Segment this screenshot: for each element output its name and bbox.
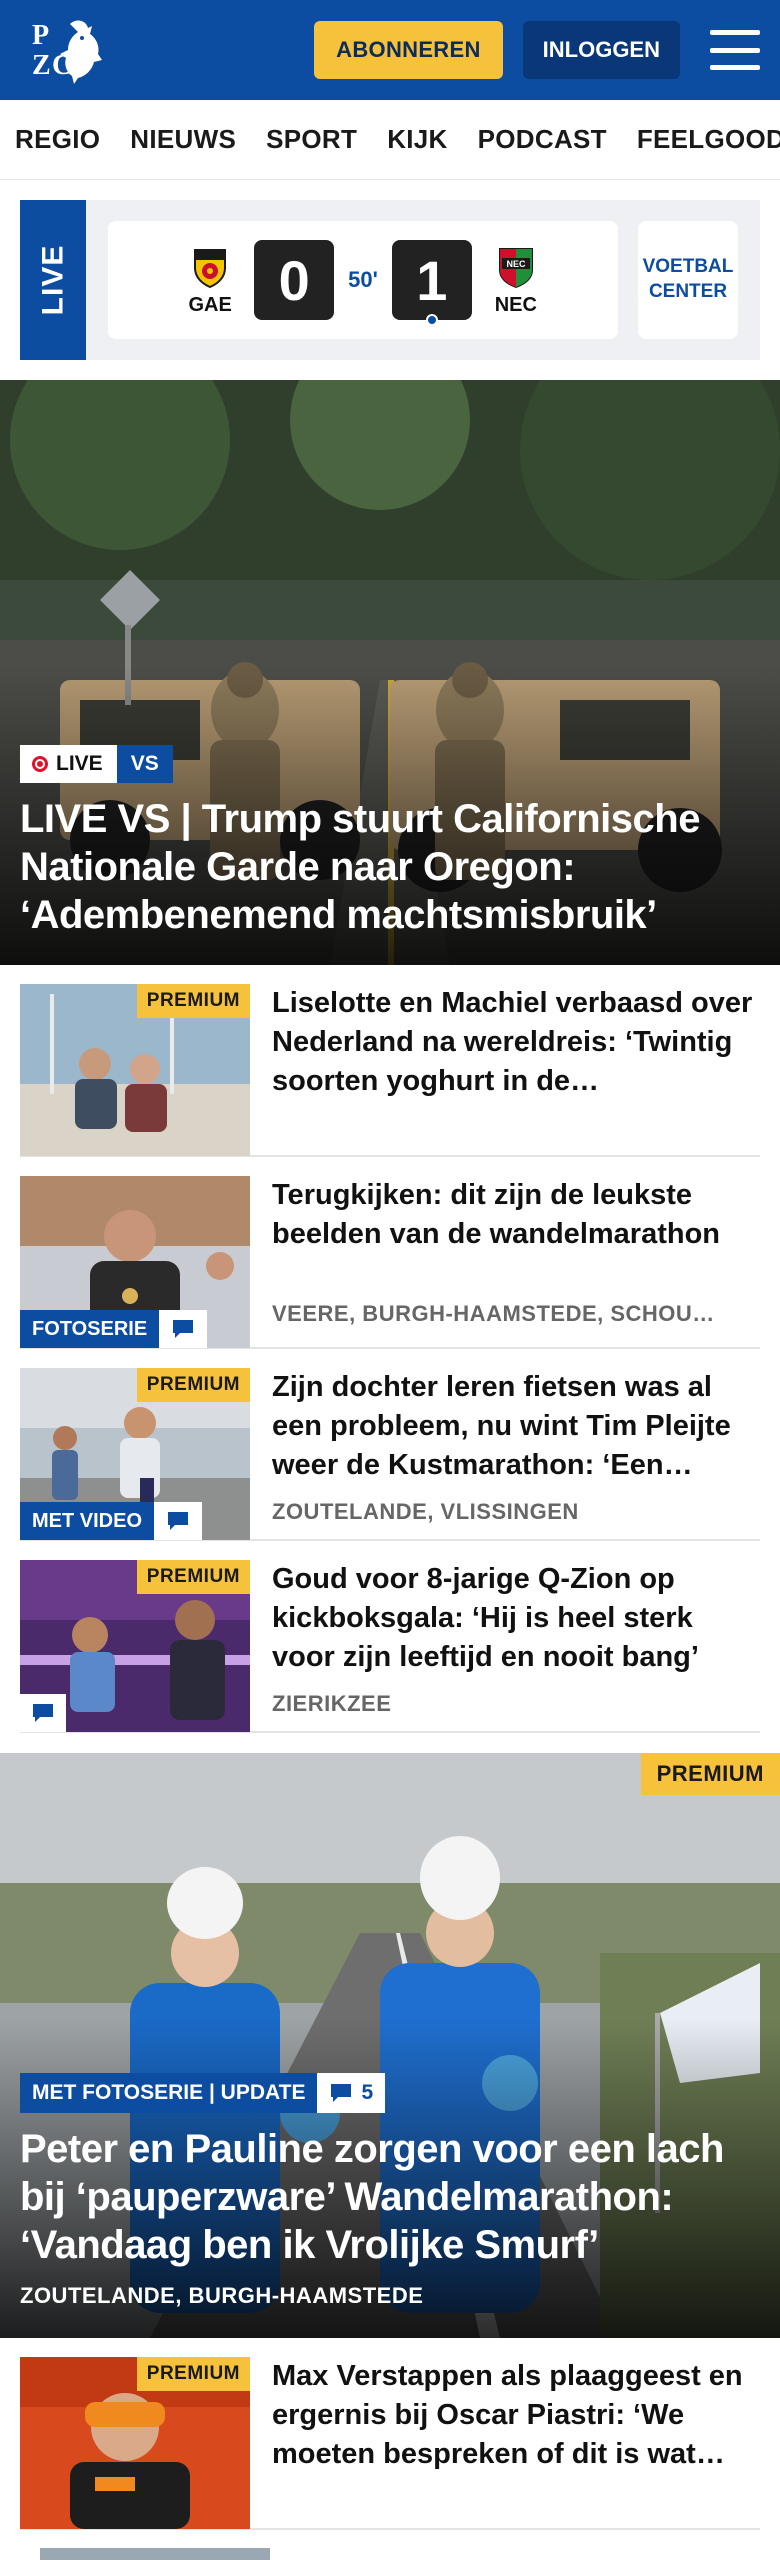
svg-text:Z: Z bbox=[32, 50, 51, 81]
article-location: VEERE, BURGH-HAAMSTEDE, SCHOU… bbox=[272, 1301, 715, 1326]
live-score-widget: LIVE GAE 0 50' 1 NEC NEC VOETBAL CENTER bbox=[20, 200, 760, 360]
article-list-2: PREMIUM Max Verstappen als plaaggeest en… bbox=[0, 2338, 780, 2560]
home-team-name: GAE bbox=[188, 293, 232, 316]
main-nav: REGIO NIEUWS SPORT KIJK PODCAST FEELGOOD bbox=[0, 100, 780, 180]
comment-icon bbox=[154, 1502, 203, 1540]
comment-icon bbox=[331, 2084, 352, 2102]
article-text: Goud voor 8-jarige Q-Zion op kickboksgal… bbox=[272, 1560, 760, 1731]
article-title[interactable]: Liselotte en Machiel verbaasd over Neder… bbox=[272, 984, 760, 1101]
site-header: P Z C ABONNEREN INLOGGEN bbox=[0, 0, 780, 100]
live-tag: LIVE bbox=[20, 200, 86, 360]
comment-icon bbox=[20, 1694, 66, 1732]
away-score: 1 bbox=[391, 240, 472, 326]
list-item[interactable]: PREMIUM MET VIDEO Zijn dochter leren fie… bbox=[20, 1349, 760, 1541]
nav-item-nieuws[interactable]: NIEUWS bbox=[130, 124, 236, 155]
away-team-name: NEC bbox=[494, 293, 537, 316]
live-record-icon bbox=[32, 756, 48, 772]
media-label: FOTOSERIE bbox=[20, 1310, 160, 1348]
nav-item-kijk[interactable]: KIJK bbox=[387, 124, 447, 155]
list-item-partial[interactable] bbox=[40, 2548, 740, 2560]
media-label: MET FOTOSERIE | UPDATE bbox=[20, 2073, 318, 2113]
menu-icon-bar bbox=[710, 65, 760, 70]
article-text: Terugkijken: dit zijn de leukste beelden… bbox=[272, 1176, 760, 1347]
list-item[interactable]: FOTOSERIE Terugkijken: dit zijn de leuks… bbox=[20, 1157, 760, 1349]
feature-location: ZOUTELANDE, BURGH-HAAMSTEDE bbox=[20, 2283, 424, 2308]
article-location: ZIERIKZEE bbox=[272, 1691, 392, 1716]
article-title[interactable]: Max Verstappen als plaaggeest en ergerni… bbox=[272, 2357, 760, 2474]
nav-item-feelgood[interactable]: FEELGOOD bbox=[637, 124, 780, 155]
feature-title[interactable]: Peter en Pauline zorgen voor een lach bi… bbox=[20, 2125, 750, 2269]
article-location: ZOUTELANDE, VLISSINGEN bbox=[272, 1499, 579, 1524]
login-button[interactable]: INLOGGEN bbox=[522, 21, 680, 79]
nav-item-podcast[interactable]: PODCAST bbox=[478, 124, 607, 155]
live-badge-label: LIVE bbox=[56, 752, 103, 775]
premium-badge: PREMIUM bbox=[136, 2357, 250, 2391]
premium-badge: PREMIUM bbox=[136, 1368, 250, 1402]
home-score-value: 0 bbox=[278, 248, 310, 312]
article-thumbnail: PREMIUM bbox=[20, 2357, 250, 2529]
hero-labels: LIVE VS bbox=[20, 745, 173, 783]
article-title[interactable]: Zijn dochter leren fietsen was al een pr… bbox=[272, 1368, 760, 1485]
away-team-crest-icon: NEC bbox=[498, 247, 533, 288]
home-team-crest-icon bbox=[194, 248, 227, 288]
premium-badge: PREMIUM bbox=[640, 1753, 780, 1795]
feature-labels: MET FOTOSERIE | UPDATE 5 bbox=[20, 2073, 386, 2113]
svg-text:NEC: NEC bbox=[506, 259, 526, 269]
media-label: MET VIDEO bbox=[20, 1502, 155, 1540]
match-minute: 50' bbox=[348, 267, 378, 292]
list-item[interactable]: PREMIUM Goud voor 8-jarige Q-Zion op kic… bbox=[20, 1541, 760, 1733]
live-tag-label: LIVE bbox=[36, 244, 69, 316]
article-text: Liselotte en Machiel verbaasd over Neder… bbox=[272, 984, 760, 1155]
comment-count: 5 bbox=[361, 2081, 374, 2104]
article-thumbnail: PREMIUM bbox=[20, 1560, 250, 1732]
list-item[interactable]: PREMIUM Max Verstappen als plaaggeest en… bbox=[20, 2338, 760, 2530]
premium-badge: PREMIUM bbox=[136, 1560, 250, 1594]
home-team: GAE bbox=[180, 244, 240, 317]
voetbal-center-link[interactable]: VOETBAL CENTER bbox=[638, 221, 738, 339]
article-thumbnail: FOTOSERIE bbox=[20, 1176, 250, 1348]
article-title[interactable]: Goud voor 8-jarige Q-Zion op kickboksgal… bbox=[272, 1560, 760, 1677]
feature-article[interactable]: PREMIUM MET FOTOSERIE | UPDATE 5 Peter e… bbox=[0, 1753, 780, 2338]
premium-badge: PREMIUM bbox=[136, 984, 250, 1018]
nav-item-regio[interactable]: REGIO bbox=[15, 124, 100, 155]
article-text: Max Verstappen als plaaggeest en ergerni… bbox=[272, 2357, 760, 2528]
hero-article[interactable]: LIVE VS LIVE VS | Trump stuurt Californi… bbox=[0, 380, 780, 965]
menu-icon-bar bbox=[710, 30, 760, 35]
away-team: NEC NEC bbox=[486, 244, 546, 317]
thumbnail-label: MET VIDEO bbox=[20, 1502, 203, 1540]
list-item[interactable]: PREMIUM Liselotte en Machiel verbaasd ov… bbox=[20, 965, 760, 1157]
home-score: 0 bbox=[254, 240, 335, 320]
live-badge: LIVE bbox=[20, 745, 117, 783]
article-list: PREMIUM Liselotte en Machiel verbaasd ov… bbox=[0, 965, 780, 1733]
menu-icon[interactable] bbox=[710, 30, 760, 70]
last-goal-indicator bbox=[425, 314, 438, 326]
section-badge: VS bbox=[116, 745, 173, 783]
svg-text:P: P bbox=[32, 20, 49, 51]
subscribe-button[interactable]: ABONNEREN bbox=[314, 21, 503, 79]
pzc-logo[interactable]: P Z C bbox=[30, 12, 110, 88]
article-text: Zijn dochter leren fietsen was al een pr… bbox=[272, 1368, 760, 1539]
thumbnail-label: FOTOSERIE bbox=[20, 1310, 208, 1348]
article-thumbnail: PREMIUM MET VIDEO bbox=[20, 1368, 250, 1540]
comment-icon bbox=[159, 1310, 208, 1348]
article-thumbnail bbox=[40, 2548, 270, 2560]
comment-count-badge[interactable]: 5 bbox=[317, 2073, 386, 2113]
nav-item-sport[interactable]: SPORT bbox=[266, 124, 357, 155]
hero-title[interactable]: LIVE VS | Trump stuurt Californische Nat… bbox=[20, 795, 740, 939]
menu-icon-bar bbox=[710, 47, 760, 53]
live-scorecard[interactable]: GAE 0 50' 1 NEC NEC bbox=[108, 221, 618, 339]
article-thumbnail: PREMIUM bbox=[20, 984, 250, 1156]
away-score-value: 1 bbox=[416, 248, 448, 312]
article-title[interactable]: Terugkijken: dit zijn de leukste beelden… bbox=[272, 1176, 760, 1254]
